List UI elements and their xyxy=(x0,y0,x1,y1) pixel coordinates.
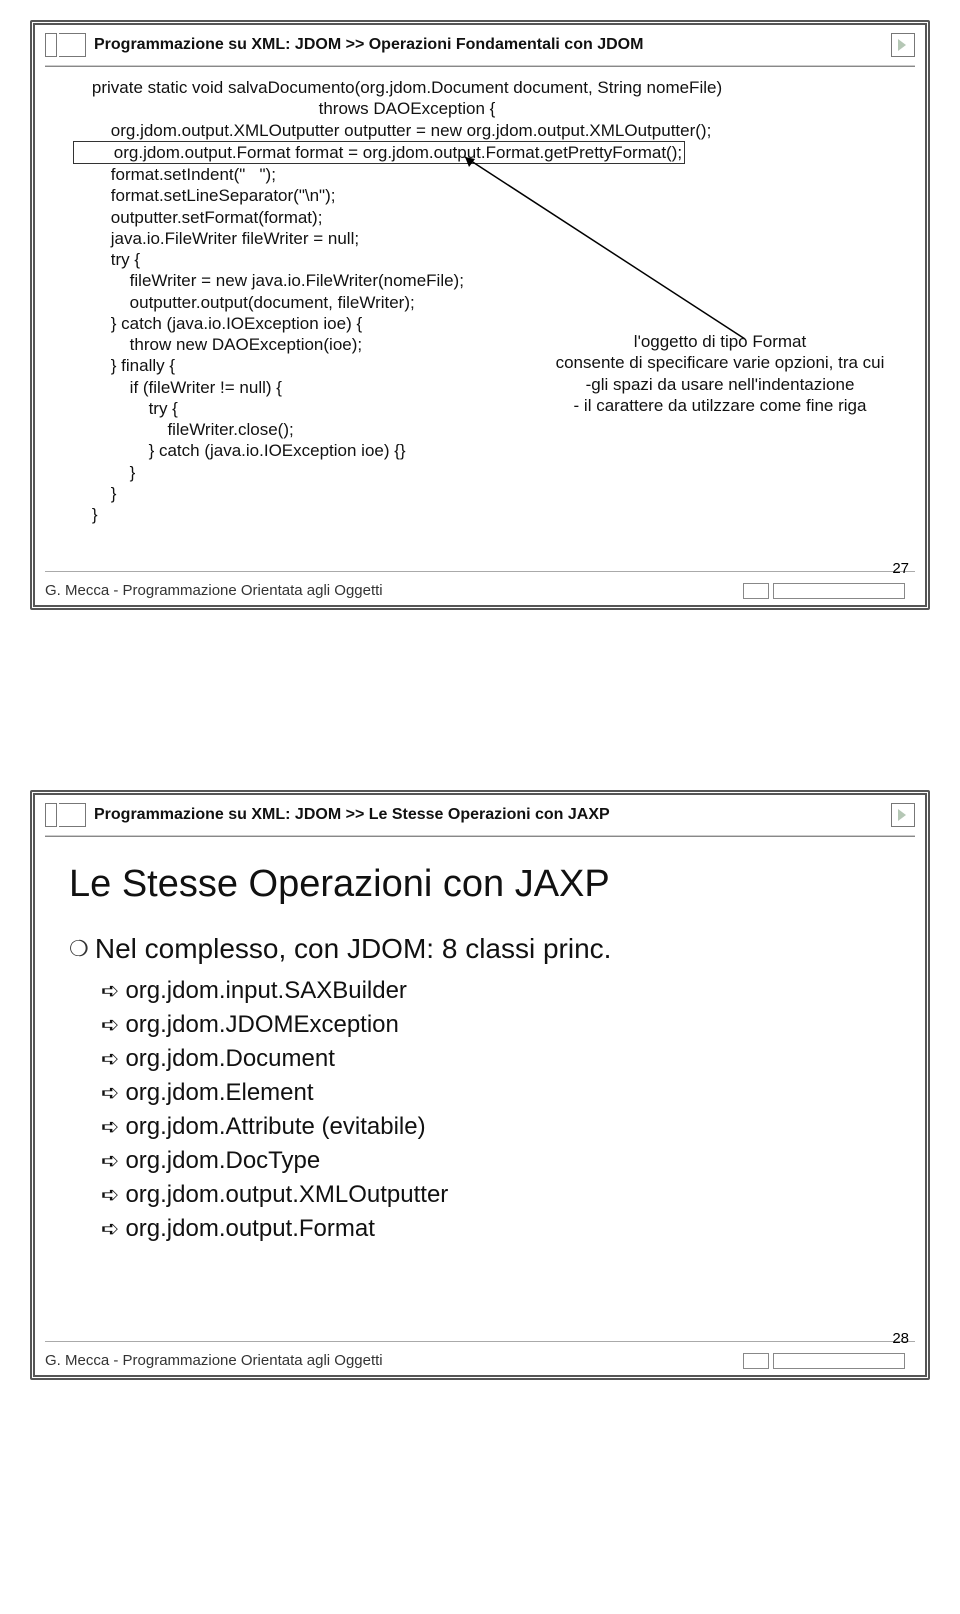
highlight-box: org.jdom.output.Format format = org.jdom… xyxy=(73,141,685,164)
breadcrumb: Programmazione su XML: JDOM >> Le Stesse… xyxy=(94,806,891,824)
sub-bullet: org.jdom.output.XMLOutputter xyxy=(101,1180,907,1210)
footer-deco-icon xyxy=(743,1353,769,1369)
slide-footer: G. Mecca - Programmazione Orientata agli… xyxy=(45,582,915,599)
code-block: private static void salvaDocumento(org.j… xyxy=(73,77,907,141)
sub-bullet: org.jdom.input.SAXBuilder xyxy=(101,976,907,1006)
slide-header: Programmazione su XML: JDOM >> Operazion… xyxy=(35,25,925,62)
sub-bullet: org.jdom.DocType xyxy=(101,1146,907,1176)
slide-header: Programmazione su XML: JDOM >> Le Stesse… xyxy=(35,795,925,832)
footer-deco-icon xyxy=(773,583,905,599)
divider xyxy=(45,1341,915,1345)
bullet-main: Nel complesso, con JDOM: 8 classi princ. xyxy=(69,931,907,966)
page-number: 27 xyxy=(892,560,909,577)
sub-bullet: org.jdom.JDOMException xyxy=(101,1010,907,1040)
footer-deco-icon xyxy=(743,583,769,599)
code-boxed-line: org.jdom.output.Format format = org.jdom… xyxy=(73,141,907,164)
divider xyxy=(45,832,915,837)
annotation-line: consente di specificare varie opzioni, t… xyxy=(535,352,905,373)
annotation-line: l'oggetto di tipo Format xyxy=(535,331,905,352)
slide-27: Programmazione su XML: JDOM >> Operazion… xyxy=(30,20,930,610)
slide-footer: G. Mecca - Programmazione Orientata agli… xyxy=(45,1352,915,1369)
footer-text: G. Mecca - Programmazione Orientata agli… xyxy=(45,1352,383,1369)
header-deco-left xyxy=(45,33,86,57)
deco-box-icon xyxy=(59,803,86,827)
sub-bullet: org.jdom.Element xyxy=(101,1078,907,1108)
breadcrumb: Programmazione su XML: JDOM >> Operazion… xyxy=(94,36,891,54)
slide-body: private static void salvaDocumento(org.j… xyxy=(35,73,925,533)
deco-box-icon xyxy=(59,33,86,57)
play-icon xyxy=(891,803,915,827)
sub-bullet: org.jdom.Attribute (evitabile) xyxy=(101,1112,907,1142)
footer-text: G. Mecca - Programmazione Orientata agli… xyxy=(45,582,383,599)
page-number: 28 xyxy=(892,1330,909,1347)
annotation-line: - il carattere da utilzzare come fine ri… xyxy=(535,395,905,416)
divider xyxy=(45,62,915,67)
divider xyxy=(45,571,915,575)
deco-box-icon xyxy=(45,33,57,57)
sub-bullet: org.jdom.output.Format xyxy=(101,1214,907,1244)
slide-28: Programmazione su XML: JDOM >> Le Stesse… xyxy=(30,790,930,1380)
footer-deco-icon xyxy=(773,1353,905,1369)
play-icon xyxy=(891,33,915,57)
slide-title: Le Stesse Operazioni con JAXP xyxy=(69,861,907,909)
annotation-line: -gli spazi da usare nell'indentazione xyxy=(535,374,905,395)
sub-bullet: org.jdom.Document xyxy=(101,1044,907,1074)
header-deco-left xyxy=(45,803,86,827)
slide-body: Le Stesse Operazioni con JAXP Nel comple… xyxy=(35,843,925,1256)
annotation-text: l'oggetto di tipo Format consente di spe… xyxy=(535,331,905,416)
deco-box-icon xyxy=(45,803,57,827)
